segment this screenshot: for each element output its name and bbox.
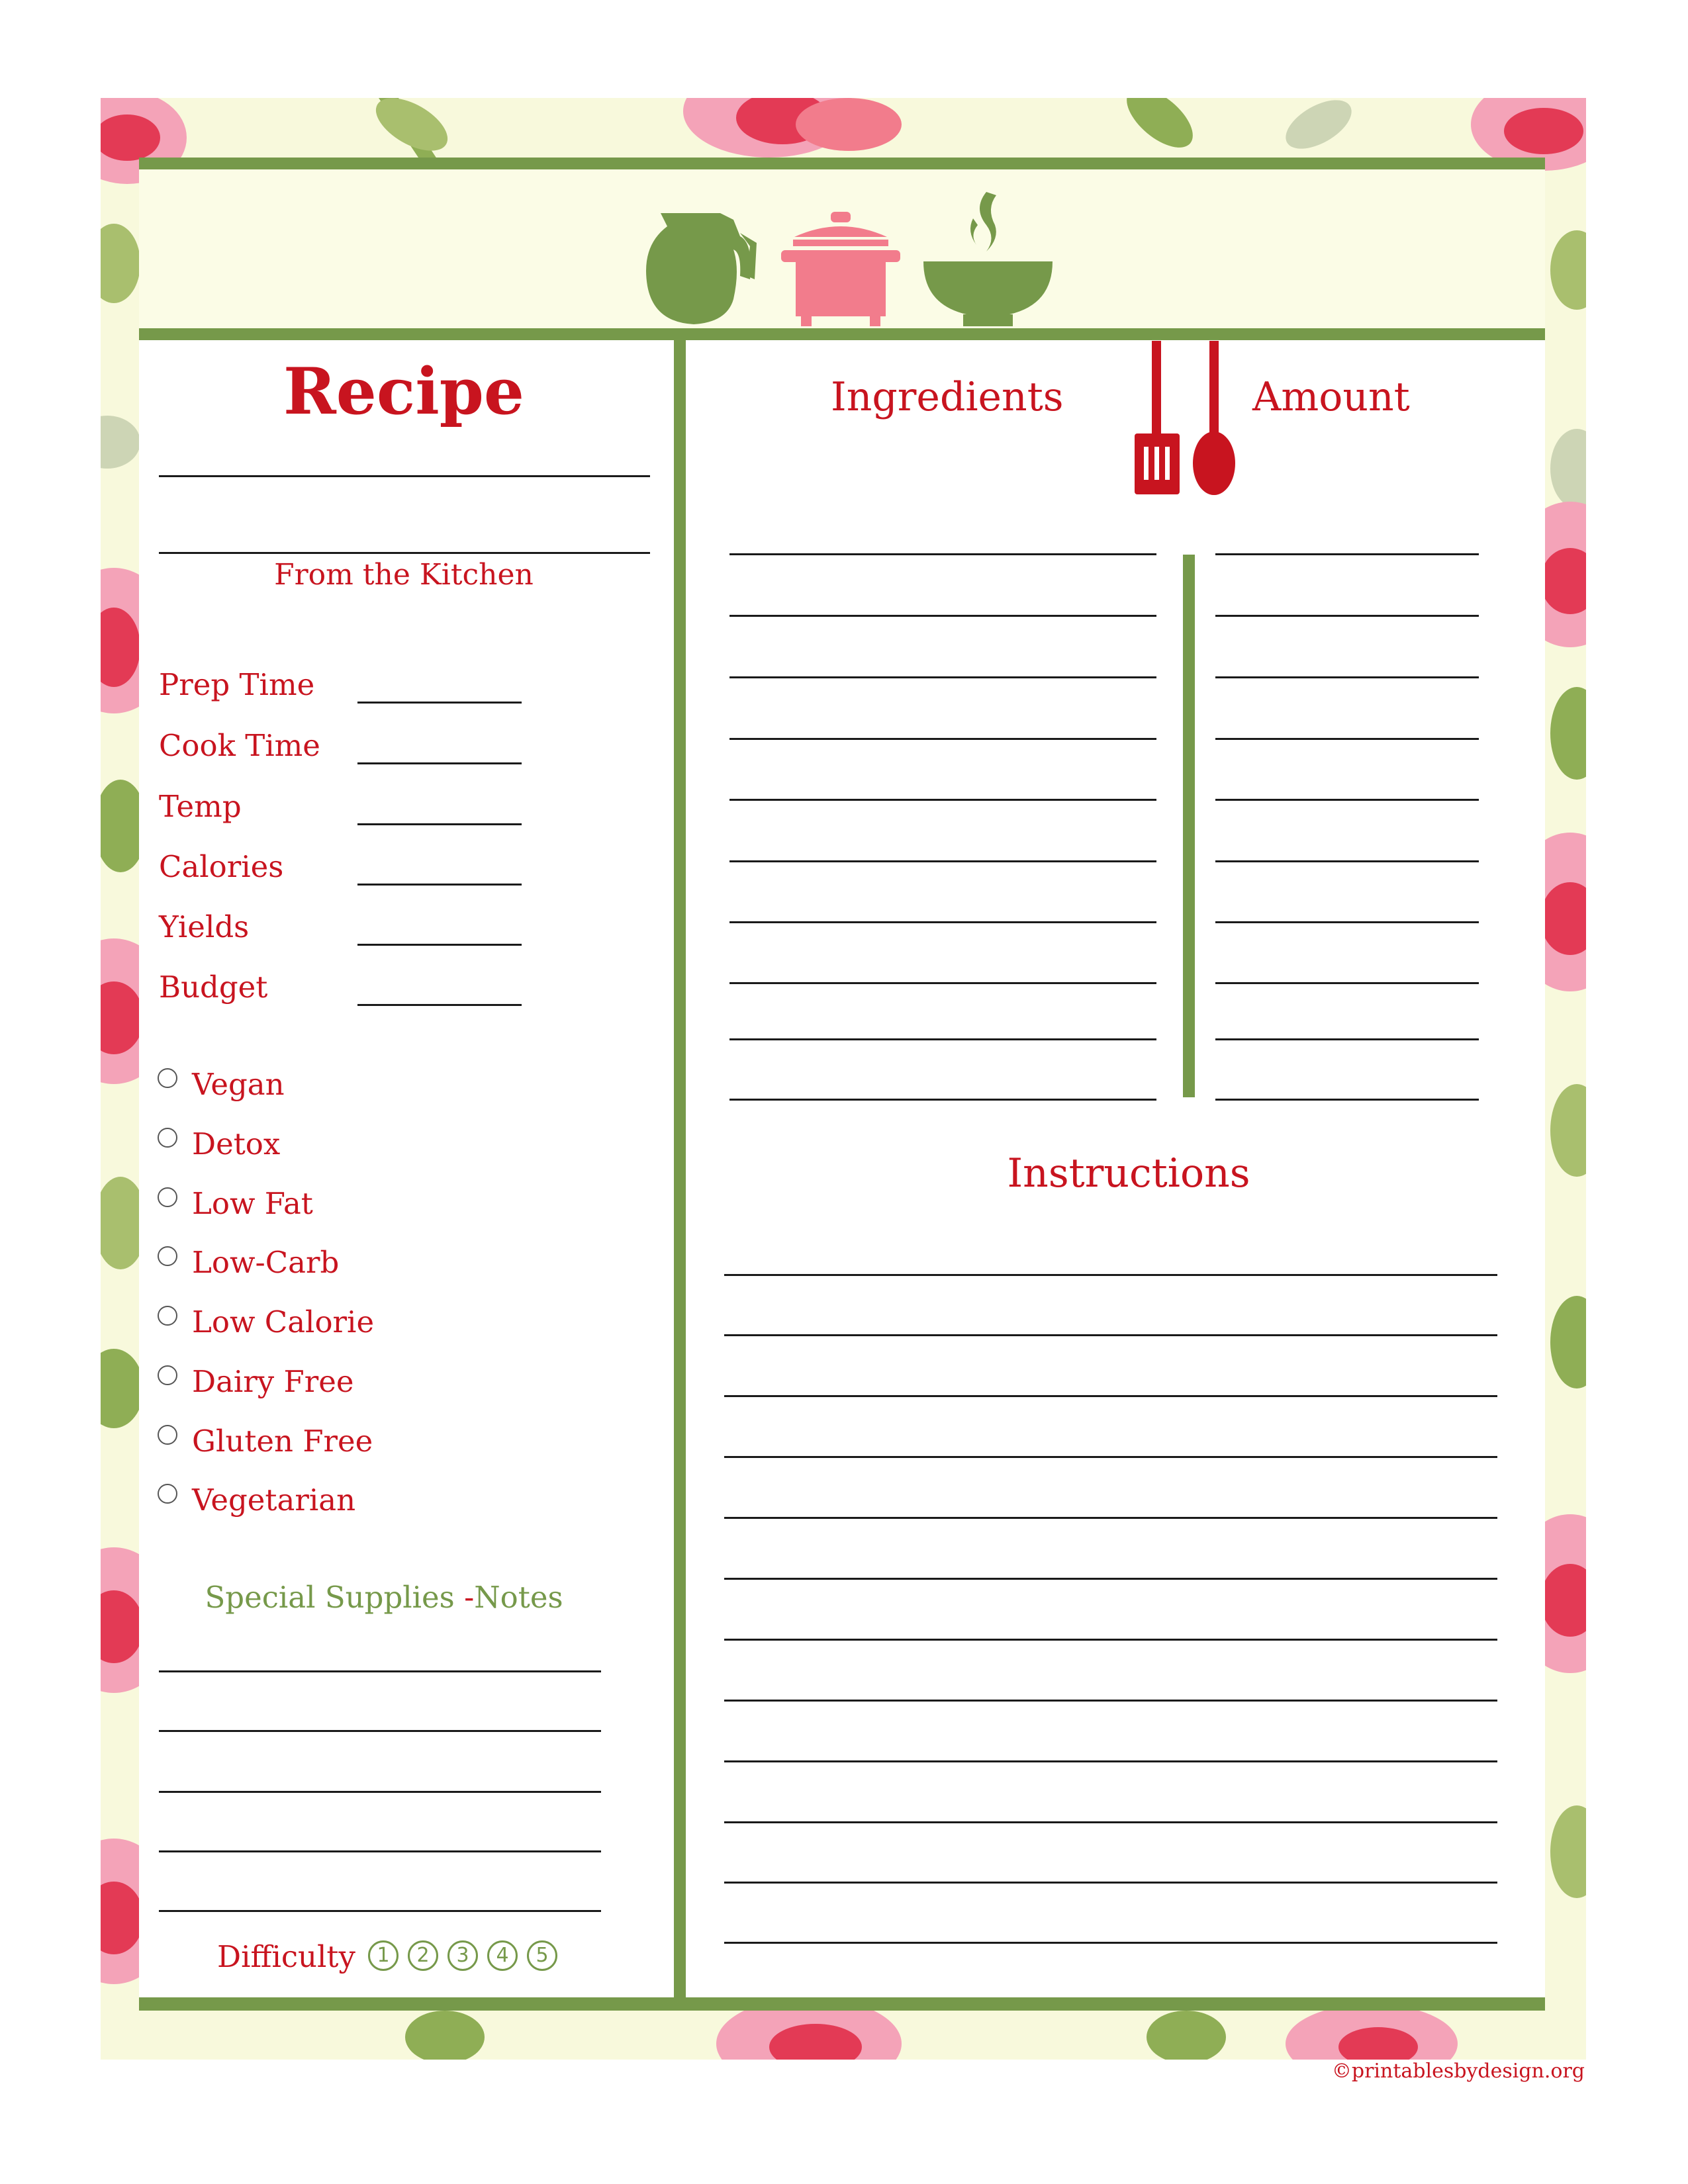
difficulty-level-1[interactable]: 1: [368, 1940, 399, 1971]
field-line-budget[interactable]: [357, 1004, 522, 1006]
title-line-2: [159, 552, 650, 554]
radio-low-carb[interactable]: [158, 1246, 177, 1266]
instruction-line-5[interactable]: [724, 1517, 1497, 1519]
difficulty-level-2[interactable]: 2: [408, 1940, 438, 1971]
notes-line-4[interactable]: [159, 1850, 601, 1852]
instruction-line-12[interactable]: [724, 1942, 1497, 1944]
instruction-line-4[interactable]: [724, 1456, 1497, 1458]
notes-line-2[interactable]: [159, 1730, 601, 1732]
instruction-line-1[interactable]: [724, 1274, 1497, 1276]
instructions-heading: Instructions: [1007, 1150, 1250, 1197]
ingredient-line-3[interactable]: [729, 676, 1156, 678]
diet-option-low-fat: Low Fat: [192, 1186, 313, 1221]
page-title: Recipe: [283, 354, 524, 429]
copyright-text: ©printablesbydesign.org: [1331, 2060, 1585, 2083]
radio-low-fat[interactable]: [158, 1187, 177, 1207]
field-label-yields: Yields: [159, 909, 250, 944]
instruction-line-11[interactable]: [724, 1882, 1497, 1884]
notes-line-1[interactable]: [159, 1670, 601, 1672]
radio-vegetarian[interactable]: [158, 1484, 177, 1504]
diet-option-vegetarian: Vegetarian: [192, 1482, 356, 1518]
diet-option-dairy-free: Dairy Free: [192, 1364, 354, 1399]
difficulty-label: Difficulty: [217, 1939, 355, 1974]
field-label-budget: Budget: [159, 970, 268, 1005]
recipe-card: [139, 158, 1545, 2011]
amount-line-5[interactable]: [1215, 799, 1479, 801]
field-line-yields[interactable]: [357, 944, 522, 946]
header-bottom-bar: [139, 328, 1545, 340]
diet-option-gluten-free: Gluten Free: [192, 1424, 373, 1459]
instruction-line-9[interactable]: [724, 1760, 1497, 1762]
difficulty-level-4[interactable]: 4: [487, 1940, 518, 1971]
ingredient-line-6[interactable]: [729, 860, 1156, 862]
diet-option-low-carb: Low-Carb: [192, 1245, 340, 1280]
amount-line-8[interactable]: [1215, 982, 1479, 984]
field-line-temp[interactable]: [357, 823, 522, 825]
subtitle: From the Kitchen: [274, 558, 534, 592]
instruction-line-8[interactable]: [724, 1700, 1497, 1702]
ingredient-line-10[interactable]: [729, 1099, 1156, 1101]
field-line-cook-time[interactable]: [357, 762, 522, 764]
instruction-line-7[interactable]: [724, 1639, 1497, 1641]
amount-line-7[interactable]: [1215, 921, 1479, 923]
radio-gluten-free[interactable]: [158, 1425, 177, 1445]
frame-bottom-bar: [139, 1997, 1545, 2011]
notes-line-5[interactable]: [159, 1910, 601, 1912]
difficulty-level-5[interactable]: 5: [527, 1940, 557, 1971]
ingredient-line-4[interactable]: [729, 738, 1156, 740]
ingredient-line-2[interactable]: [729, 615, 1156, 617]
amount-line-2[interactable]: [1215, 615, 1479, 617]
spatula-icon: [1135, 341, 1180, 494]
frame-top-bar: [139, 158, 1545, 169]
amount-line-1[interactable]: [1215, 553, 1479, 555]
ingredient-line-8[interactable]: [729, 982, 1156, 984]
notes-heading-dash: -: [464, 1580, 475, 1615]
column-divider: [674, 340, 686, 1999]
notes-heading-part2: Notes: [474, 1580, 563, 1615]
amount-line-4[interactable]: [1215, 738, 1479, 740]
instruction-line-6[interactable]: [724, 1578, 1497, 1580]
radio-dairy-free[interactable]: [158, 1365, 177, 1385]
ingredient-line-5[interactable]: [729, 799, 1156, 801]
notes-line-3[interactable]: [159, 1791, 601, 1793]
amount-line-10[interactable]: [1215, 1099, 1479, 1101]
notes-heading: Special Supplies -Notes: [152, 1580, 616, 1615]
difficulty-level-3[interactable]: 3: [447, 1940, 478, 1971]
diet-option-vegan: Vegan: [192, 1067, 285, 1102]
amount-line-9[interactable]: [1215, 1038, 1479, 1040]
ingredient-line-7[interactable]: [729, 921, 1156, 923]
bowl-icon: [923, 192, 1053, 326]
diet-option-detox: Detox: [192, 1126, 281, 1161]
amount-line-6[interactable]: [1215, 860, 1479, 862]
pitcher-icon: [646, 213, 757, 324]
ingredient-line-9[interactable]: [729, 1038, 1156, 1040]
field-label-temp: Temp: [159, 789, 242, 824]
diet-option-low-calorie: Low Calorie: [192, 1304, 375, 1340]
field-label-cook-time: Cook Time: [159, 728, 320, 763]
radio-low-calorie[interactable]: [158, 1306, 177, 1326]
instruction-line-3[interactable]: [724, 1395, 1497, 1397]
instruction-line-10[interactable]: [724, 1821, 1497, 1823]
amount-line-3[interactable]: [1215, 676, 1479, 678]
pot-icon: [781, 212, 900, 326]
ingredient-line-1[interactable]: [729, 553, 1156, 555]
notes-heading-part1: Special Supplies: [205, 1580, 465, 1615]
radio-detox[interactable]: [158, 1128, 177, 1148]
field-line-prep-time[interactable]: [357, 702, 522, 704]
amount-heading: Amount: [1252, 374, 1410, 420]
field-line-calories[interactable]: [357, 884, 522, 886]
instruction-line-2[interactable]: [724, 1334, 1497, 1336]
field-label-prep-time: Prep Time: [159, 667, 315, 702]
ingredients-heading: Ingredients: [831, 374, 1064, 420]
field-label-calories: Calories: [159, 849, 284, 884]
spoon-icon: [1193, 341, 1235, 495]
title-line-1: [159, 475, 650, 477]
radio-vegan[interactable]: [158, 1068, 177, 1088]
ingredients-divider: [1183, 555, 1195, 1097]
